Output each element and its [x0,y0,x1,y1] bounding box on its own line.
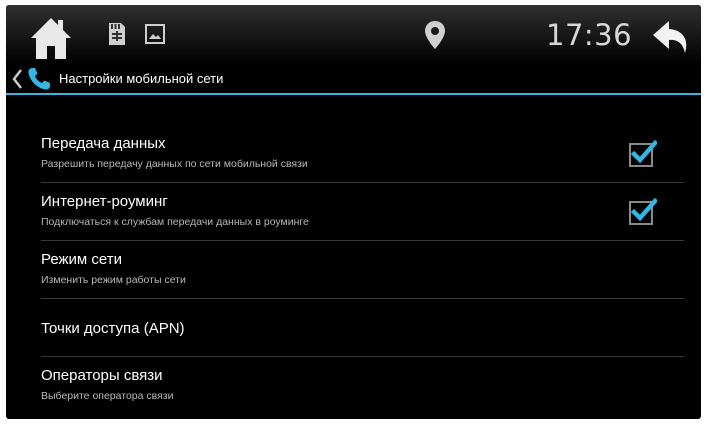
setting-access-points[interactable]: Точки доступа (APN) [41,299,684,357]
setting-title: Операторы связи [41,367,163,384]
setting-operators[interactable]: Операторы связи Выберите оператора связи [41,357,684,414]
data-transfer-checkbox[interactable] [629,139,657,167]
setting-title: Точки доступа (APN) [41,320,185,337]
chevron-left-icon[interactable] [11,68,23,90]
setting-summary: Выберите оператора связи [41,390,174,402]
setting-network-mode[interactable]: Режим сети Изменить режим работы сети [41,241,684,299]
setting-title: Передача данных [41,135,166,152]
status-bar: 17:36 [6,5,701,65]
sd-card-icon [109,23,125,45]
setting-roaming[interactable]: Интернет-роуминг Подключаться к службам … [41,183,684,241]
screen: 17:36 Настройки мобильной сети Передача … [6,5,701,419]
back-icon[interactable] [651,19,691,55]
settings-list: Передача данных Разрешить передачу данны… [41,125,684,414]
setting-title: Интернет-роуминг [41,193,168,210]
gallery-icon [145,24,165,44]
setting-data-transfer[interactable]: Передача данных Разрешить передачу данны… [41,125,684,183]
page-title: Настройки мобильной сети [59,71,224,86]
setting-title: Режим сети [41,251,123,268]
setting-summary: Подключаться к службам передачи данных в… [41,216,309,228]
phone-icon[interactable] [26,66,52,92]
setting-summary: Разрешить передачу данных по сети мобиль… [41,158,308,170]
location-icon [425,21,445,49]
setting-summary: Изменить режим работы сети [41,274,186,286]
action-bar: Настройки мобильной сети [6,65,701,95]
roaming-checkbox[interactable] [629,197,657,225]
home-icon[interactable] [28,15,74,61]
clock: 17:36 [546,18,633,52]
